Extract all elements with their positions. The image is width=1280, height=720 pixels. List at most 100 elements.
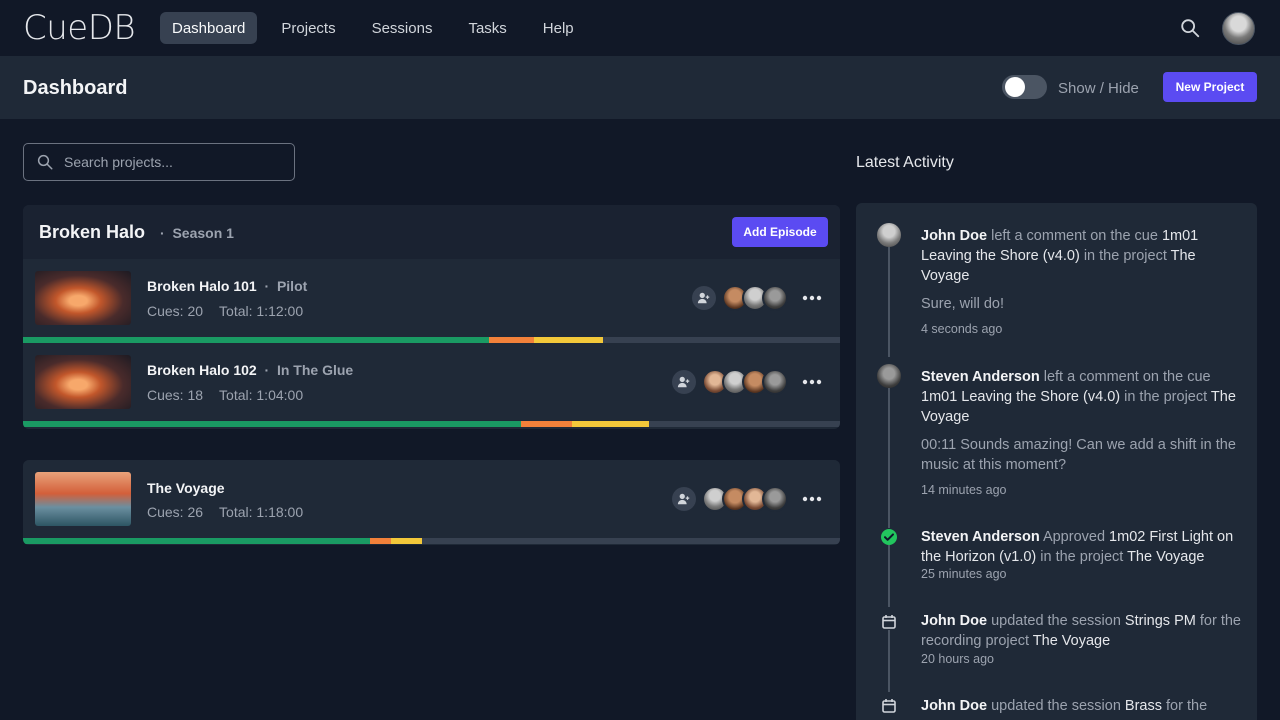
activity-text: Steven Anderson Approved 1m02 First Ligh… bbox=[921, 527, 1243, 567]
activity-user[interactable]: John Doe bbox=[921, 698, 987, 714]
activity-comment: Sure, will do! bbox=[921, 296, 1005, 312]
episode-progress-bar bbox=[23, 538, 840, 544]
project-title[interactable]: Broken Halo bbox=[39, 222, 145, 243]
activity-avatar[interactable] bbox=[877, 364, 901, 388]
episode-cues: Cues: 20 bbox=[147, 303, 204, 319]
timeline-line bbox=[888, 630, 890, 692]
episode-subtitle: In The Glue bbox=[276, 362, 354, 378]
timeline-line bbox=[888, 545, 890, 607]
avatar[interactable] bbox=[762, 486, 788, 512]
show-hide-toggle[interactable] bbox=[1002, 75, 1047, 99]
progress-segment-yellow bbox=[390, 538, 422, 544]
episode-cues: Cues: 18 bbox=[147, 387, 204, 403]
episode-progress-bar bbox=[23, 421, 840, 427]
app-logo[interactable]: CueDB bbox=[23, 8, 136, 48]
activity-action: for the bbox=[1162, 698, 1208, 714]
episode-meta: Cues: 26 Total: 1:18:00 bbox=[147, 504, 319, 520]
search-input[interactable] bbox=[64, 154, 284, 170]
timeline-line bbox=[888, 388, 890, 528]
calendar-icon bbox=[879, 696, 899, 716]
activity-cue-link[interactable]: 1m01 Leaving the Shore (v4.0) bbox=[921, 389, 1120, 405]
nav-tasks[interactable]: Tasks bbox=[456, 12, 518, 44]
nav-projects[interactable]: Projects bbox=[269, 12, 347, 44]
activity-time: 20 hours ago bbox=[921, 652, 994, 666]
add-episode-button[interactable]: Add Episode bbox=[732, 217, 828, 247]
episode-name: Broken Halo 101 bbox=[147, 278, 257, 294]
toggle-knob bbox=[1005, 77, 1025, 97]
activity-action: Approved bbox=[1039, 529, 1110, 545]
activity-action: in the project bbox=[1079, 248, 1171, 264]
progress-segment-green bbox=[23, 538, 371, 544]
episode-row[interactable]: Broken Halo 102 · In The Glue Cues: 18 To… bbox=[23, 343, 840, 427]
activity-comment: 00:11 Sounds amazing! Can we add a shift… bbox=[921, 437, 1236, 473]
progress-segment-yellow bbox=[572, 421, 649, 427]
activity-title: Latest Activity bbox=[856, 154, 954, 171]
progress-segment-orange bbox=[370, 538, 391, 544]
user-avatar[interactable] bbox=[1222, 12, 1255, 45]
activity-time: 4 seconds ago bbox=[921, 322, 1003, 336]
more-options-icon[interactable] bbox=[800, 373, 824, 391]
episode-total: Total: 1:04:00 bbox=[219, 387, 304, 403]
check-circle-icon bbox=[879, 527, 899, 547]
progress-segment-orange bbox=[520, 421, 573, 427]
assign-user-icon[interactable] bbox=[672, 370, 696, 394]
progress-segment-green bbox=[23, 421, 521, 427]
project-card: The Voyage Cues: 26 Total: 1:18:00 bbox=[23, 460, 840, 545]
collaborator-avatars bbox=[702, 369, 788, 395]
calendar-icon bbox=[879, 612, 899, 632]
activity-text: Steven Anderson left a comment on the cu… bbox=[921, 367, 1243, 427]
nav-sessions[interactable]: Sessions bbox=[360, 12, 445, 44]
activity-time: 25 minutes ago bbox=[921, 567, 1007, 581]
activity-action: in the project bbox=[1120, 389, 1211, 405]
activity-action: in the project bbox=[1036, 549, 1128, 565]
top-nav: CueDB Dashboard Projects Sessions Tasks … bbox=[0, 0, 1280, 56]
page-title: Dashboard bbox=[23, 77, 128, 99]
nav-help[interactable]: Help bbox=[531, 12, 586, 44]
project-season: · Season 1 bbox=[160, 225, 234, 241]
episode-meta: Cues: 20 Total: 1:12:00 bbox=[147, 303, 319, 319]
episode-meta: Cues: 18 Total: 1:04:00 bbox=[147, 387, 319, 403]
activity-user[interactable]: John Doe bbox=[921, 613, 987, 629]
assign-user-icon[interactable] bbox=[672, 487, 696, 511]
search-projects-field[interactable] bbox=[23, 143, 295, 181]
activity-action: updated the session bbox=[987, 613, 1125, 629]
episode-thumbnail bbox=[35, 271, 131, 325]
activity-session-link[interactable]: Brass bbox=[1125, 698, 1162, 714]
episode-row[interactable]: Broken Halo 101 · Pilot Cues: 20 Total: 1… bbox=[23, 259, 840, 343]
episode-title: Broken Halo 102 · In The Glue bbox=[147, 362, 354, 378]
episode-thumbnail bbox=[35, 472, 131, 526]
more-options-icon[interactable] bbox=[800, 490, 824, 508]
activity-avatar[interactable] bbox=[877, 223, 901, 247]
episode-thumbnail bbox=[35, 355, 131, 409]
activity-project-link[interactable]: The Voyage bbox=[1033, 633, 1110, 649]
avatar[interactable] bbox=[762, 369, 788, 395]
search-icon[interactable] bbox=[1179, 17, 1201, 39]
project-card: Broken Halo · Season 1 Add Episode Broke… bbox=[23, 205, 840, 429]
activity-text: John Doe left a comment on the cue 1m01 … bbox=[921, 226, 1243, 286]
activity-time: 14 minutes ago bbox=[921, 483, 1007, 497]
activity-action: updated the session bbox=[987, 698, 1125, 714]
more-options-icon[interactable] bbox=[800, 289, 824, 307]
activity-user[interactable]: John Doe bbox=[921, 228, 987, 244]
activity-project-link[interactable]: The Voyage bbox=[1127, 549, 1204, 565]
activity-action: left a comment on the cue bbox=[1039, 369, 1211, 385]
activity-text: John Doe updated the session Brass for t… bbox=[921, 696, 1243, 716]
assign-user-icon[interactable] bbox=[692, 286, 716, 310]
collaborator-avatars bbox=[722, 285, 788, 311]
episode-cues: Cues: 26 bbox=[147, 504, 204, 520]
activity-action: left a comment on the cue bbox=[987, 228, 1162, 244]
episode-subtitle: Pilot bbox=[276, 278, 308, 294]
toggle-label: Show / Hide bbox=[1058, 80, 1139, 97]
timeline-line bbox=[888, 247, 890, 357]
activity-text: John Doe updated the session Strings PM … bbox=[921, 611, 1243, 651]
nav-dashboard[interactable]: Dashboard bbox=[160, 12, 258, 44]
episode-total: Total: 1:12:00 bbox=[219, 303, 304, 319]
episode-title: The Voyage bbox=[147, 480, 225, 496]
activity-user[interactable]: Steven Anderson bbox=[921, 529, 1040, 545]
activity-user[interactable]: Steven Anderson bbox=[921, 369, 1040, 385]
project-card-header: Broken Halo · Season 1 Add Episode bbox=[23, 205, 840, 259]
episode-row[interactable]: The Voyage Cues: 26 Total: 1:18:00 bbox=[23, 460, 840, 544]
avatar[interactable] bbox=[762, 285, 788, 311]
activity-session-link[interactable]: Strings PM bbox=[1125, 613, 1196, 629]
new-project-button[interactable]: New Project bbox=[1163, 72, 1257, 102]
